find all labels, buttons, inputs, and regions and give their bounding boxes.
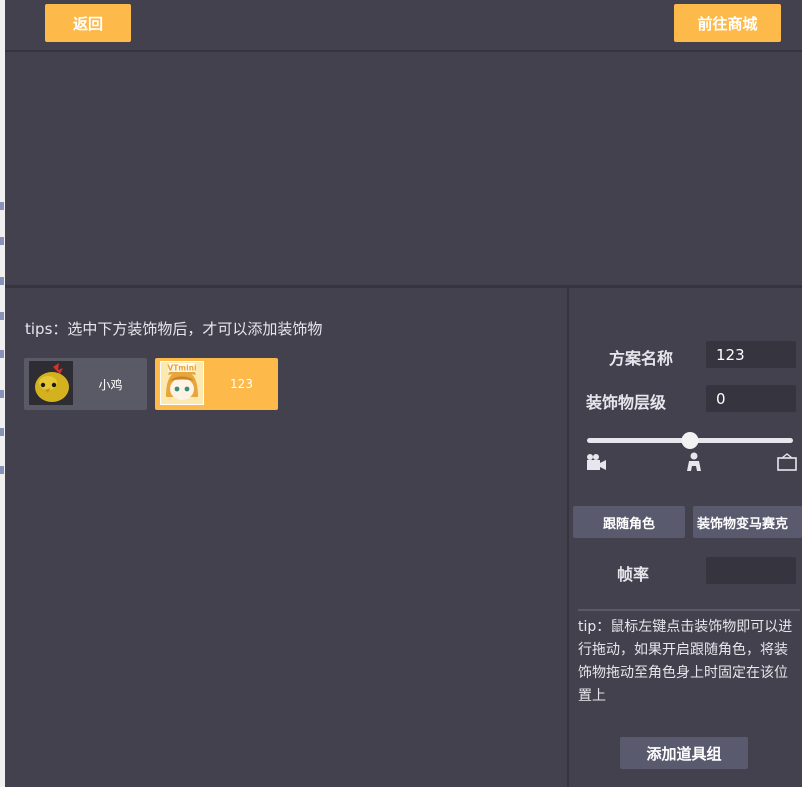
decoration-item-label: 小鸡 — [98, 377, 123, 392]
go-to-shop-button[interactable]: 前往商城 — [674, 4, 781, 42]
layer-label: 装饰物层级 — [586, 393, 667, 412]
scheme-name-input[interactable] — [706, 341, 796, 368]
top-bar: 返回 前往商城 — [5, 0, 802, 52]
preview-area[interactable] — [5, 52, 802, 288]
edge-mark — [0, 277, 4, 285]
mosaic-button[interactable]: 装饰物变马赛克 — [693, 506, 802, 538]
scheme-name-label: 方案名称 — [609, 349, 674, 368]
decoration-item-chick[interactable]: 小鸡 — [24, 358, 147, 410]
decoration-window: 返回 前往商城 tips：选中下方装饰物后，才可以添加装饰物 小鸡 VTmini… — [5, 0, 802, 787]
edge-mark — [0, 390, 4, 398]
back-button[interactable]: 返回 — [45, 4, 131, 42]
layer-slider[interactable] — [587, 432, 793, 449]
slider-thumb[interactable] — [681, 432, 699, 449]
edge-mark — [0, 237, 4, 245]
decoration-item-label: 123 — [230, 377, 253, 391]
vtmini-avatar-icon: VTmini — [160, 361, 204, 405]
person-icon — [683, 452, 705, 472]
background-icon — [776, 452, 798, 472]
edge-mark — [0, 202, 4, 210]
decoration-list-panel: tips：选中下方装饰物后，才可以添加装饰物 小鸡 VTmini 123 — [5, 288, 567, 787]
svg-text:VTmini: VTmini — [167, 364, 196, 373]
layer-input[interactable] — [706, 385, 796, 412]
edge-mark — [0, 312, 4, 320]
settings-panel: 方案名称 装饰物层级 跟随角色 — [569, 288, 802, 787]
follow-character-button[interactable]: 跟随角色 — [573, 506, 685, 538]
divider-line — [578, 609, 800, 611]
edge-mark — [0, 350, 4, 358]
decoration-list: 小鸡 VTmini 123 — [24, 358, 278, 410]
edge-mark — [0, 428, 4, 436]
fps-input[interactable] — [706, 557, 796, 584]
fps-label: 帧率 — [617, 565, 650, 584]
drag-tip-text: tip：鼠标左键点击装饰物即可以进行拖动，如果开启跟随角色，将装饰物拖动至角色身… — [578, 619, 793, 704]
edge-mark — [0, 466, 4, 474]
tips-text: tips：选中下方装饰物后，才可以添加装饰物 — [25, 320, 323, 338]
chick-icon — [29, 361, 73, 405]
add-prop-group-button[interactable]: 添加道具组 — [620, 737, 748, 769]
camera-icon — [585, 452, 607, 472]
decoration-item-123[interactable]: VTmini 123 — [155, 358, 278, 410]
